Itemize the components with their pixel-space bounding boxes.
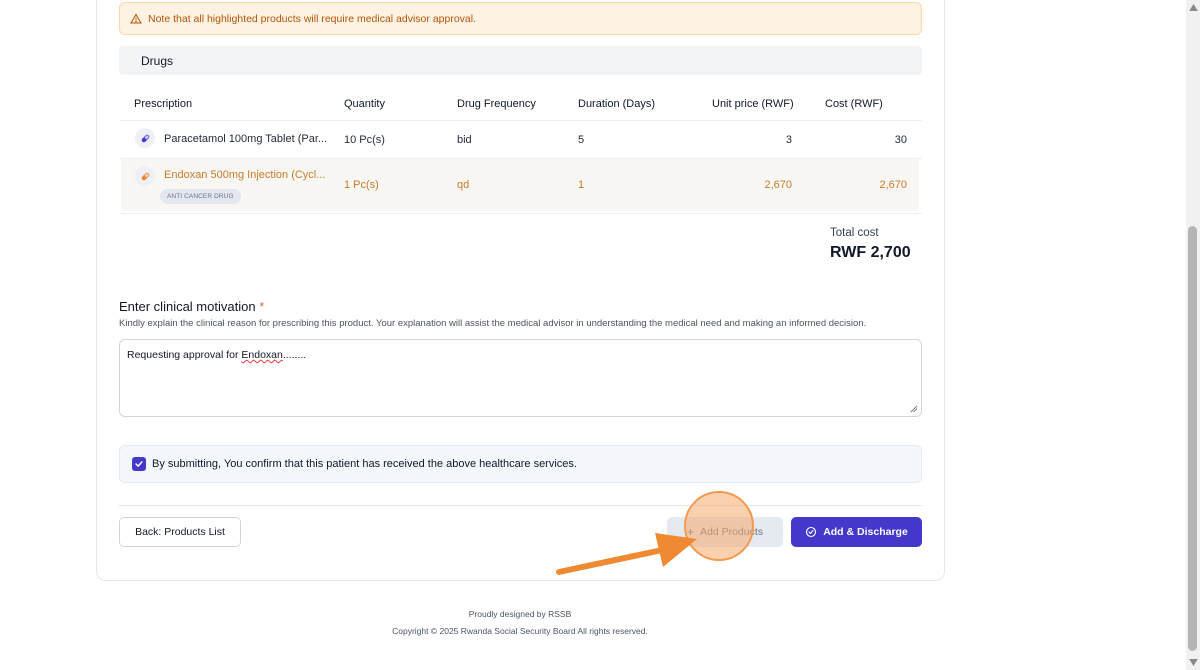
- required-mark: *: [259, 299, 265, 314]
- total-cost-label: Total cost: [830, 227, 879, 239]
- check-icon: [135, 461, 143, 467]
- prescription-card: [96, 0, 945, 581]
- th-cost: Cost (RWF): [825, 98, 883, 110]
- actions-divider: [119, 505, 922, 506]
- table-row-highlighted: [121, 159, 919, 211]
- drug-frequency: bid: [457, 134, 472, 146]
- drug-unit-price: 3: [785, 134, 792, 146]
- th-duration: Duration (Days): [578, 98, 656, 110]
- drug-duration: 1: [578, 179, 585, 191]
- motivation-title: Enter clinical motivation *: [119, 299, 264, 314]
- row-divider: [119, 213, 922, 214]
- footer-copyright: Copyright © 2025 Rwanda Social Security …: [392, 626, 648, 636]
- drug-cost: 2,670: [879, 179, 907, 191]
- drug-unit-price: 2,670: [764, 179, 792, 191]
- motivation-title-text: Enter clinical motivation: [119, 299, 256, 314]
- warning-text: Note that all highlighted products will …: [148, 12, 477, 25]
- warning-triangle-icon: [130, 13, 142, 23]
- header-divider: [119, 120, 922, 121]
- th-unit-price: Unit price (RWF): [712, 98, 794, 110]
- drug-duration: 5: [578, 134, 585, 146]
- scroll-down-icon[interactable]: [1187, 657, 1199, 667]
- add-products-button[interactable]: + Add Products: [667, 517, 783, 547]
- add-discharge-label: Add & Discharge: [823, 526, 908, 538]
- motivation-textarea[interactable]: Requesting approval for Endoxan........: [119, 339, 922, 417]
- pill-icon: [135, 128, 155, 148]
- pill-icon: [135, 166, 155, 186]
- drug-name[interactable]: Endoxan 500mg Injection (Cycl...: [164, 169, 325, 181]
- drug-name[interactable]: Paracetamol 100mg Tablet (Par...: [164, 133, 327, 145]
- drug-cost: 30: [894, 134, 907, 146]
- approval-warning: Note that all highlighted products will …: [119, 2, 922, 35]
- plus-icon: +: [686, 525, 694, 539]
- back-products-list-button[interactable]: Back: Products List: [119, 517, 241, 547]
- drugs-section-header: Drugs: [119, 46, 922, 75]
- add-discharge-button[interactable]: Add & Discharge: [791, 517, 922, 547]
- motivation-text-prefix: Requesting approval for: [127, 349, 242, 361]
- scroll-up-icon[interactable]: [1187, 2, 1199, 12]
- motivation-description: Kindly explain the clinical reason for p…: [119, 318, 867, 329]
- drug-frequency: qd: [457, 179, 470, 191]
- th-prescription: Prescription: [134, 98, 193, 110]
- total-cost-value: RWF 2,700: [830, 244, 911, 261]
- th-quantity: Quantity: [344, 98, 385, 110]
- drug-quantity: 10 Pc(s): [344, 134, 385, 146]
- confirm-label[interactable]: By submitting, You confirm that this pat…: [152, 458, 577, 470]
- check-circle-icon: [806, 526, 817, 538]
- resize-handle-icon[interactable]: [909, 404, 918, 413]
- footer-designed-by: Proudly designed by RSSB: [468, 609, 572, 619]
- motivation-text-misspelled: Endoxan: [241, 349, 283, 361]
- scrollbar-thumb[interactable]: [1188, 226, 1197, 651]
- th-frequency: Drug Frequency: [457, 98, 536, 110]
- drug-quantity: 1 Pc(s): [344, 179, 379, 191]
- confirm-checkbox[interactable]: [132, 457, 146, 471]
- drug-category-badge: ANTI CANCER DRUG: [160, 189, 241, 204]
- motivation-text: Requesting approval for Endoxan........: [127, 349, 306, 361]
- drugs-title: Drugs: [141, 53, 174, 68]
- add-products-label: Add Products: [699, 526, 764, 538]
- confirmation-box: By submitting, You confirm that this pat…: [119, 445, 922, 483]
- motivation-text-suffix: ........: [282, 349, 307, 361]
